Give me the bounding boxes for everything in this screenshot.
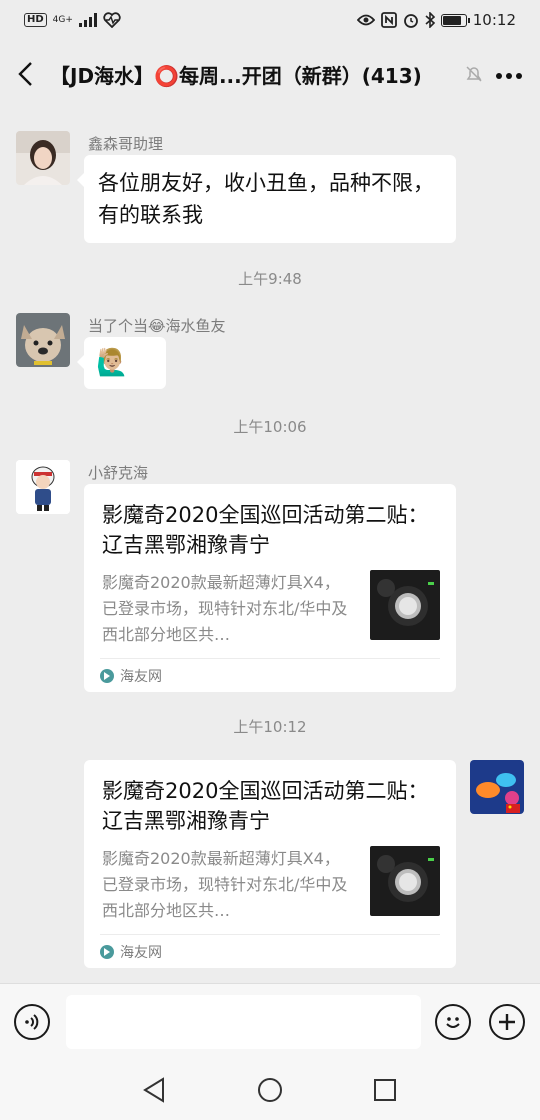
- input-bar: [0, 983, 540, 1060]
- eye-icon: [356, 14, 375, 26]
- card-thumbnail: [370, 846, 440, 916]
- alarm-icon: [403, 14, 418, 28]
- nfc-icon: [380, 12, 397, 28]
- signal-icon: [78, 13, 97, 27]
- emoji-message-bubble[interactable]: 🙋🏼‍♂: [77, 337, 166, 389]
- sender-name: 当了个当😂海水鱼友: [88, 317, 226, 335]
- voice-icon: [25, 1014, 39, 1030]
- mute-bell-icon: [466, 66, 482, 82]
- system-nav-bar: [0, 1060, 540, 1120]
- hd-badge: HD: [24, 13, 47, 27]
- card-description: 影魔奇2020款最新超薄灯具X4，已登录市场，现特针对东北/华中及西北部分地区共…: [102, 573, 348, 644]
- battery-icon: [440, 13, 470, 27]
- more-icon: [496, 72, 522, 79]
- chat-header: 【JD海水】⭕每周...开团（新群）(413): [0, 40, 540, 108]
- card-thumbnail: [370, 570, 440, 640]
- card-source-name: 海友网: [120, 944, 162, 961]
- bluetooth-icon: [425, 12, 435, 28]
- voice-button[interactable]: [14, 1004, 50, 1040]
- recents-square-icon: [374, 1079, 396, 1101]
- more-button[interactable]: [496, 65, 522, 84]
- clock: 10:12: [472, 11, 516, 29]
- card-source-name: 海友网: [120, 668, 162, 685]
- plus-button[interactable]: [489, 1004, 525, 1040]
- aquarium-avatar[interactable]: [470, 760, 524, 814]
- home-circle-icon: [258, 1078, 282, 1102]
- back-triangle-icon: [143, 1077, 164, 1103]
- plus-icon: [499, 1014, 515, 1030]
- bulldog-avatar[interactable]: [16, 313, 70, 367]
- source-logo-icon: [100, 668, 114, 683]
- timestamp: 上午9:48: [238, 270, 302, 288]
- emoji-button[interactable]: [435, 1004, 471, 1040]
- back-button[interactable]: [0, 40, 50, 108]
- link-card-message[interactable]: 影魔奇2020全国巡回活动第二贴： 辽吉黑鄂湘豫青宁 影魔奇2020款最新超薄灯…: [84, 484, 456, 692]
- card-source: 海友网: [100, 934, 440, 968]
- link-card-message[interactable]: 影魔奇2020全国巡回活动第二贴： 辽吉黑鄂湘豫青宁 影魔奇2020款最新超薄灯…: [84, 760, 456, 968]
- timestamp: 上午10:12: [233, 718, 307, 736]
- group-title: 【JD海水】⭕每周...开团（新群）(413): [50, 63, 422, 88]
- status-bar: HD 4G+ 10:12: [0, 0, 540, 40]
- sender-name: 小舒克海: [88, 464, 149, 482]
- nav-home-button[interactable]: [256, 1076, 284, 1104]
- text-message-bubble[interactable]: 各位朋友好，收小丑鱼，品种不限，有的联系我: [77, 155, 456, 243]
- card-title: 影魔奇2020全国巡回活动第二贴： 辽吉黑鄂湘豫青宁: [102, 503, 429, 557]
- message-input[interactable]: [66, 995, 421, 1049]
- network-type: 4G+: [52, 15, 73, 25]
- source-logo-icon: [100, 944, 114, 959]
- timestamp: 上午10:06: [233, 418, 307, 436]
- emoji-icon: [446, 1017, 460, 1028]
- card-description: 影魔奇2020款最新超薄灯具X4，已登录市场，现特针对东北/华中及西北部分地区共…: [102, 849, 348, 920]
- sender-name: 鑫森哥助理: [88, 135, 164, 153]
- pilot-cartoon-avatar[interactable]: [16, 460, 70, 514]
- card-source: 海友网: [100, 658, 440, 692]
- back-arrow-icon: [18, 62, 32, 86]
- nav-back-button[interactable]: [140, 1076, 168, 1104]
- heart-pulse-icon: [103, 12, 121, 28]
- nav-recents-button[interactable]: [371, 1076, 399, 1104]
- card-title: 影魔奇2020全国巡回活动第二贴： 辽吉黑鄂湘豫青宁: [102, 779, 429, 833]
- chat-area[interactable]: 鑫森哥助理 各位朋友好，收小丑鱼，品种不限，有的联系我 上午9:48 当了个当😂…: [0, 108, 540, 983]
- woman-avatar[interactable]: [16, 131, 70, 185]
